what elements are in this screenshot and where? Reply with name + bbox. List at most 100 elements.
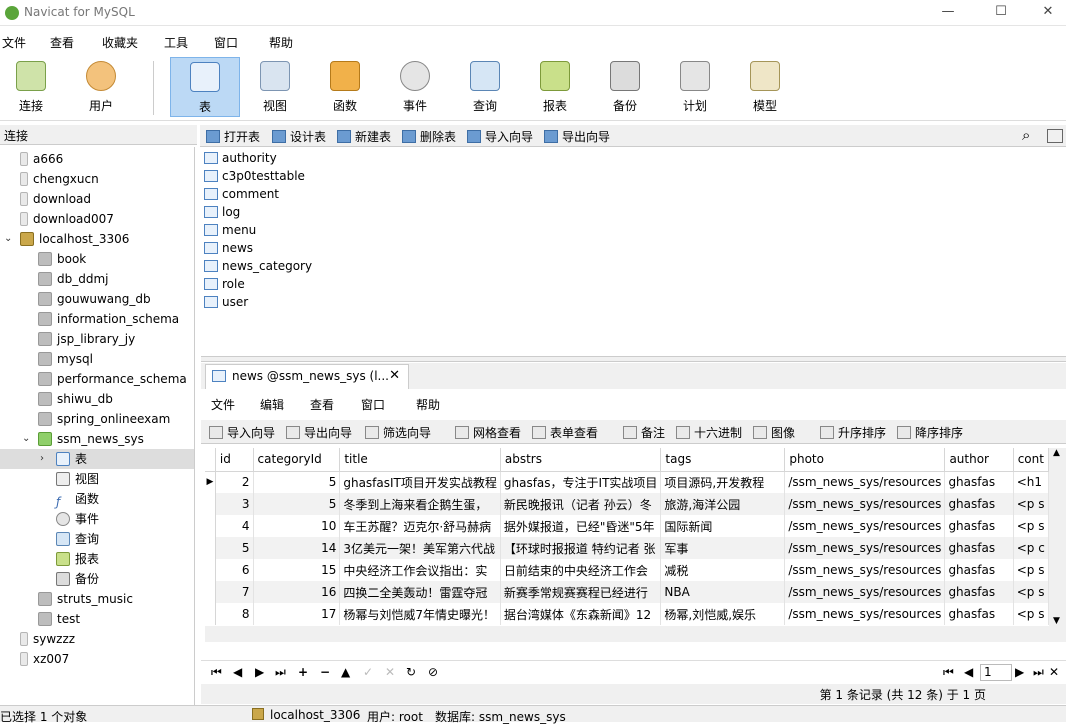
column-header-categoryid[interactable]: categoryId [253,448,341,472]
vertical-scrollbar[interactable]: ▲ ▼ [1049,448,1066,626]
cell-author[interactable]: ghasfas [944,603,1014,625]
cell-categoryid[interactable]: 5 [253,471,341,493]
confirm-icon[interactable]: ✓ [363,665,373,679]
pane-splitter[interactable] [201,356,1066,362]
cell-categoryid[interactable]: 16 [253,581,341,603]
cell-title[interactable]: 中央经济工作会议指出：实 [339,559,501,581]
cell-tags[interactable]: NBA [660,581,786,603]
hex-button[interactable]: 十六进制 [676,424,742,441]
new-table-button[interactable]: 新建表 [337,128,391,145]
cell-content[interactable]: <p s [1013,493,1049,515]
maximize-button[interactable]: ☐ [991,4,1011,22]
image-button[interactable]: 图像 [753,424,795,441]
tree-functions-node[interactable]: ƒ 函数 [56,489,99,509]
tree-views-node[interactable]: 视图 [56,469,99,489]
design-table-button[interactable]: 设计表 [272,128,326,145]
cell-title[interactable]: 杨幂与刘恺威7年情史曝光！ [339,603,501,625]
table-item-authority[interactable]: authority [204,149,277,167]
tree-db-db_ddmj[interactable]: db_ddmj [38,269,109,289]
cell-author[interactable]: ghasfas [944,559,1014,581]
table-item-log[interactable]: log [204,203,240,221]
cell-abstrs[interactable]: 【环球时报报道 特约记者 张 [500,537,662,559]
cell-author[interactable]: ghasfas [944,471,1014,493]
column-header-id[interactable]: id [215,448,254,472]
cell-content[interactable]: <h1 [1013,471,1049,493]
table-item-role[interactable]: role [204,275,245,293]
tree-db-spring-onlineexam[interactable]: spring_onlineexam [38,409,170,429]
cell-title[interactable]: 车王苏醒？迈克尔·舒马赫病 [339,515,501,537]
page-number-input[interactable]: 1 [980,664,1012,681]
cell-photo[interactable]: /ssm_news_sys/resources [784,581,946,603]
cell-author[interactable]: ghasfas [944,537,1014,559]
cell-content[interactable]: <p s [1013,581,1049,603]
cell-tags[interactable]: 军事 [660,537,786,559]
cell-categoryid[interactable]: 17 [253,603,341,625]
report-button[interactable]: 报表 [520,57,590,117]
tree-db-performance-schema[interactable]: performance_schema [38,369,187,389]
column-header-content[interactable]: cont [1013,448,1049,472]
delete-table-button[interactable]: 删除表 [402,128,456,145]
cell-abstrs[interactable]: 日前结束的中央经济工作会 [500,559,662,581]
previous-record-icon[interactable]: ◀ [233,665,242,679]
cell-tags[interactable]: 项目源码,开发教程 [660,471,786,493]
tree-db-information-schema[interactable]: information_schema [38,309,179,329]
close-button[interactable]: ✕ [1038,4,1058,22]
tree-db-struts-music[interactable]: struts_music [38,589,133,609]
cell-tags[interactable]: 旅游,海洋公园 [660,493,786,515]
tree-server-localhost[interactable]: localhost_3306 [20,229,129,249]
cell-content[interactable]: <p s [1013,603,1049,625]
grid-view-icon[interactable] [1047,129,1063,143]
cell-content[interactable]: <p c [1013,537,1049,559]
grid-import-wizard-button[interactable]: 导入向导 [209,424,275,441]
cell-photo[interactable]: /ssm_news_sys/resources [784,603,946,625]
query-button[interactable]: 查询 [450,57,520,117]
cell-id[interactable]: 4 [215,515,254,537]
event-button[interactable]: 事件 [380,57,450,117]
cell-photo[interactable]: /ssm_news_sys/resources [784,471,946,493]
cell-author[interactable]: ghasfas [944,493,1014,515]
menu-tools[interactable]: 工具 [164,34,188,51]
cell-id[interactable]: 2 [215,471,254,493]
cell-categoryid[interactable]: 10 [253,515,341,537]
horizontal-scrollbar[interactable] [205,626,1066,642]
cell-categoryid[interactable]: 14 [253,537,341,559]
table-item-news[interactable]: news [204,239,253,257]
cell-abstrs[interactable]: ghasfas，专注于IT实战项目 [500,471,662,493]
sort-descending-button[interactable]: 降序排序 [897,424,963,441]
cell-tags[interactable]: 国际新闻 [660,515,786,537]
table-item-user[interactable]: user [204,293,248,311]
cell-categoryid[interactable]: 5 [253,493,341,515]
tree-queries-node[interactable]: 查询 [56,529,99,549]
previous-page-icon[interactable]: ◀ [964,665,973,679]
cell-photo[interactable]: /ssm_news_sys/resources [784,537,946,559]
tab-news-table[interactable]: news @ssm_news_sys (l... ✕ [205,364,409,389]
scroll-up-icon[interactable]: ▲ [1053,448,1060,458]
table-item-news-category[interactable]: news_category [204,257,312,275]
sort-ascending-button[interactable]: 升序排序 [820,424,886,441]
cancel-edit-icon[interactable]: ✕ [385,665,395,679]
cell-id[interactable]: 5 [215,537,254,559]
table-row[interactable]: 7 16 四换二全美轰动！雷霆夺冠 新赛季常规赛赛程已经进行 NBA /ssm_… [205,581,1049,603]
delete-record-icon[interactable]: − [320,665,330,679]
column-header-author[interactable]: author [944,448,1014,472]
apply-edit-icon[interactable]: ▲ [341,665,350,679]
cell-photo[interactable]: /ssm_news_sys/resources [784,559,946,581]
cell-id[interactable]: 8 [215,603,254,625]
table-row[interactable]: 4 10 车王苏醒？迈克尔·舒马赫病 据外媒报道，已经"昏迷"5年 国际新闻 /… [205,515,1049,537]
schedule-button[interactable]: 计划 [660,57,730,117]
cell-abstrs[interactable]: 新赛季常规赛赛程已经进行 [500,581,662,603]
tree-connection-a666[interactable]: a666 [20,149,63,169]
add-record-icon[interactable]: + [298,665,308,679]
backup-button[interactable]: 备份 [590,57,660,117]
connect-button[interactable]: 连接 [0,57,66,117]
export-wizard-button[interactable]: 导出向导 [544,128,610,145]
search-icon[interactable]: ⌕ [1022,126,1030,144]
cell-title[interactable]: 四换二全美轰动！雷霆夺冠 [339,581,501,603]
menu-file[interactable]: 文件 [2,34,26,51]
menu-help[interactable]: 帮助 [269,34,293,51]
cell-abstrs[interactable]: 据外媒报道，已经"昏迷"5年 [500,515,662,537]
cell-tags[interactable]: 杨幂,刘恺威,娱乐 [660,603,786,625]
table-button[interactable]: 表 [170,57,240,117]
tree-events-node[interactable]: 事件 [56,509,99,529]
cell-title[interactable]: 3亿美元一架！美军第六代战 [339,537,501,559]
